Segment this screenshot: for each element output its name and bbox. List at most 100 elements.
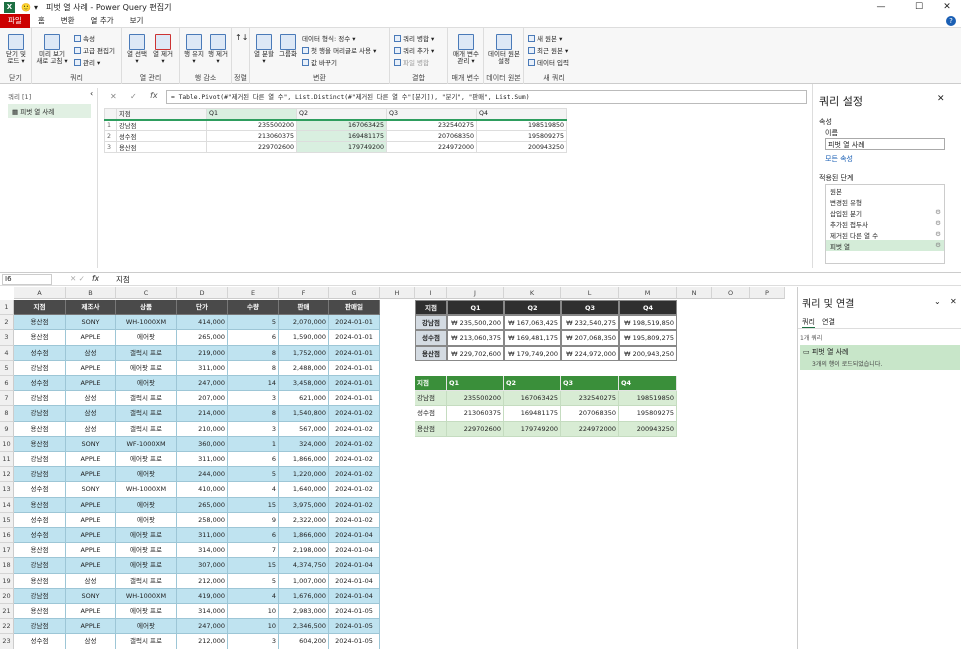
cell[interactable]: 삼성 [66,345,116,361]
cell[interactable]: 167063425 [504,391,561,407]
col-header-E[interactable]: E [228,287,279,299]
first-row-header-button[interactable]: 첫 행을 머리글로 사용 ▾ [302,45,376,55]
cell[interactable]: 1,220,000 [279,467,329,483]
cell[interactable]: 2024-01-02 [329,421,380,437]
cell[interactable]: 1,866,000 [279,528,329,544]
cell[interactable]: 314,000 [177,604,228,620]
col-header-J[interactable]: J [447,287,504,299]
cell[interactable]: 갤럭시 프로 [116,406,177,422]
cell[interactable]: 에어팟 [116,512,177,528]
cell[interactable]: APPLE [66,467,116,483]
cell[interactable]: 3,458,000 [279,376,329,392]
source-settings-button[interactable]: 데이터 원본 설정 [487,34,521,65]
cell[interactable]: 용산점 [14,573,66,589]
split-column-button[interactable]: 열 분할 ▾ [253,34,275,65]
step-gear-icon[interactable]: ⚙ [935,241,941,249]
cell[interactable]: 삼성 [66,406,116,422]
cell[interactable]: 강남점 [14,360,66,376]
cell[interactable]: 에어팟 [116,497,177,513]
cell[interactable]: 성수점 [14,345,66,361]
cell[interactable]: APPLE [66,452,116,468]
cell[interactable]: Q3 [561,376,619,392]
row-header[interactable]: 20 [0,588,14,604]
cell[interactable]: 성수점 [415,330,447,346]
cell[interactable]: 강남점 [14,467,66,483]
query-name-input[interactable]: 피벗 열 사례 [825,138,945,150]
cell[interactable]: 1,866,000 [279,452,329,468]
cell[interactable]: 갤럭시 프로 [116,391,177,407]
cell[interactable]: 성수점 [14,482,66,498]
remove-rows-button[interactable]: 행 제거 ▾ [206,34,230,65]
cell[interactable]: 강남점 [14,452,66,468]
formula-content[interactable]: 지점 [116,274,130,285]
cell[interactable]: ₩ 235,500,200 [447,315,504,331]
cell[interactable]: 360,000 [177,436,228,452]
cell[interactable]: 2024-01-05 [329,619,380,635]
keep-rows-button[interactable]: 행 유지 ▾ [182,34,206,65]
cell[interactable]: 판매일 [329,300,380,316]
manage-button[interactable]: 관리 ▾ [74,57,100,67]
pq-col-header[interactable]: 지점 [116,108,207,121]
tab-2[interactable]: 변환 [53,14,83,28]
append-queries-button[interactable]: 쿼리 추가 ▾ [394,45,434,55]
applied-step[interactable]: 삽입된 분기 ⚙ [826,207,944,218]
excel-cancel-icon[interactable]: ✕ ✓ [70,274,85,283]
cell[interactable]: 판매 [279,300,329,316]
cell[interactable]: 314,000 [177,543,228,559]
cell[interactable]: 2024-01-05 [329,634,380,649]
cell[interactable]: 1,640,000 [279,482,329,498]
qc-query-item[interactable]: ▭ 피벗 열 사례 3개의 행이 로드되었습니다. [800,345,960,370]
cell[interactable]: 용산점 [14,497,66,513]
pq-cell[interactable]: 169481175 [296,130,387,142]
row-header[interactable]: 1 [0,300,14,316]
cell[interactable]: 3 [228,634,279,649]
emoji-icon[interactable]: 🙂 [21,3,31,12]
pq-col-header[interactable]: Q3 [386,108,477,121]
cell[interactable]: 6 [228,330,279,346]
row-header[interactable]: 5 [0,360,14,376]
col-header-C[interactable]: C [116,287,177,299]
cell[interactable]: SONY [66,588,116,604]
cell[interactable]: 2024-01-02 [329,482,380,498]
sort-ascending-icon[interactable]: ↑↓ [235,34,248,42]
cell[interactable]: 2,346,500 [279,619,329,635]
step-gear-icon[interactable]: ⚙ [935,208,941,216]
cell[interactable]: 2024-01-04 [329,588,380,604]
row-header[interactable]: 21 [0,604,14,620]
cell[interactable]: 247,000 [177,619,228,635]
cell[interactable]: 414,000 [177,315,228,331]
cell[interactable]: 6 [228,528,279,544]
cell[interactable]: 8 [228,406,279,422]
cell[interactable]: 5 [228,315,279,331]
cell[interactable]: 1,540,800 [279,406,329,422]
cell[interactable]: 상품 [116,300,177,316]
tab-4[interactable]: 보기 [122,14,152,28]
pq-cell[interactable]: 229702600 [206,141,297,153]
query-item[interactable]: ▦ 피벗 열 사례 [8,104,91,118]
cell[interactable]: 212,000 [177,634,228,649]
col-header-O[interactable]: O [712,287,750,299]
tab-1[interactable]: 홈 [30,14,53,28]
col-header-L[interactable]: L [561,287,619,299]
cell[interactable]: 213060375 [447,406,504,422]
col-header-H[interactable]: H [380,287,415,299]
cell[interactable]: 247,000 [177,376,228,392]
cell[interactable]: 용산점 [415,345,447,361]
cell[interactable]: 2024-01-02 [329,512,380,528]
cell[interactable]: 4 [228,588,279,604]
advanced-editor-button[interactable]: 고급 편집기 [74,45,115,55]
cell[interactable]: 207,000 [177,391,228,407]
cell[interactable]: 3 [228,421,279,437]
cell[interactable]: 419,000 [177,588,228,604]
cell[interactable]: 성수점 [14,512,66,528]
pq-cell[interactable]: 강남점 [116,119,207,131]
cell[interactable]: 제조사 [66,300,116,316]
cancel-icon[interactable]: ✕ [110,92,117,101]
row-header[interactable]: 7 [0,391,14,407]
cell[interactable]: Q4 [619,376,677,392]
col-header-M[interactable]: M [619,287,677,299]
excel-fx-icon[interactable]: fx [92,274,99,283]
applied-step[interactable]: 제거된 다른 열 수 ⚙ [826,229,944,240]
row-header[interactable]: 14 [0,497,14,513]
cell[interactable]: SONY [66,482,116,498]
